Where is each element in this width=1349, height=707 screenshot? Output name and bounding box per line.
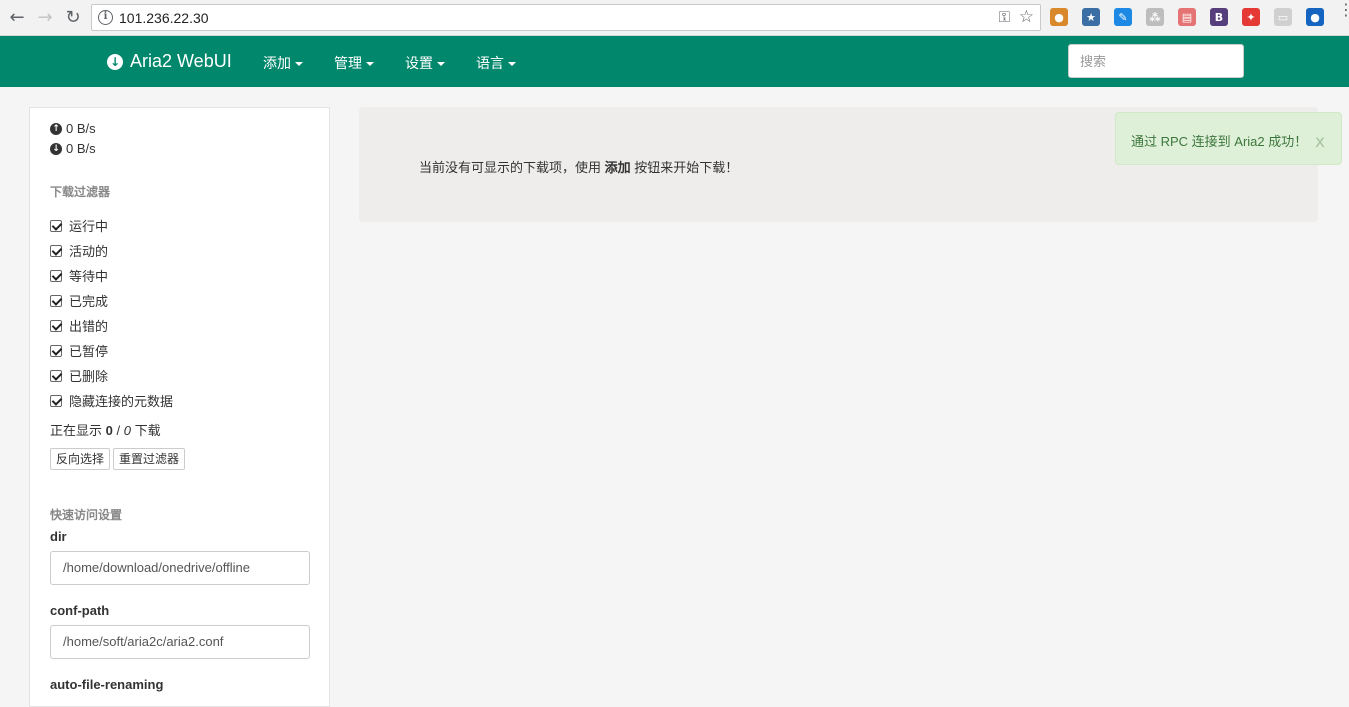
upload-speed: ↑ 0 B/s [50,121,96,136]
checkbox-checked-icon[interactable] [50,344,62,357]
download-count: 正在显示 0 / 0 下载 [50,423,161,438]
rpc-success-alert: 通过 RPC 连接到 Aria2 成功！ x [1115,112,1342,165]
caret-down-icon [437,62,445,67]
filter-section-title: 下载过滤器 [50,185,111,199]
filter-waiting[interactable]: 等待中 [50,266,108,285]
nav-menu-label: 管理 [334,55,362,71]
back-icon[interactable]: ← [6,6,28,28]
nav-menu-manage[interactable]: 管理 [334,53,374,73]
checkbox-checked-icon[interactable] [50,394,62,407]
nav-menu-label: 添加 [263,55,291,71]
flame-extension-icon[interactable]: ✦ [1242,8,1260,26]
close-icon[interactable]: x [1315,132,1325,152]
forward-icon[interactable]: → [34,6,56,28]
bookmark-star-extension-icon[interactable]: ★ [1082,8,1100,26]
upload-speed-value: 0 B/s [66,121,96,136]
caret-down-icon [508,62,516,67]
checkbox-checked-icon[interactable] [50,319,62,332]
address-bar[interactable]: i 101.236.22.30 ⚿ ☆ [91,4,1041,31]
bookmark-star-icon[interactable]: ☆ [1019,7,1034,27]
filter-label: 隐藏连接的元数据 [69,394,174,409]
checkbox-checked-icon[interactable] [50,294,62,307]
nav-menu-language[interactable]: 语言 [476,53,516,73]
filter-removed[interactable]: 已删除 [50,366,108,385]
reset-filters-button[interactable]: 重置过滤器 [113,448,186,470]
filter-paused[interactable]: 已暂停 [50,341,108,360]
download-speed: ↓ 0 B/s [50,141,96,156]
conf-path-label: conf-path [50,603,110,618]
sidebar: ↑ 0 B/s ↓ 0 B/s 下载过滤器 运行中 活动的 等待中 已完成 出错… [29,107,330,707]
download-circle-icon: ↓ [50,142,62,155]
key-icon[interactable]: ⚿ [999,8,1010,26]
filter-label: 已完成 [69,294,109,309]
invert-selection-button[interactable]: 反向选择 [50,448,111,470]
reload-icon[interactable]: ↻ [62,6,84,28]
caret-down-icon [295,62,303,67]
filter-label: 等待中 [69,269,109,284]
nav-menu-label: 设置 [405,55,433,71]
top-navbar: ↓ Aria2 WebUI 添加 管理 设置 语言 [0,36,1349,87]
tree-extension-icon[interactable]: ⁂ [1146,8,1164,26]
dir-input[interactable]: /home/download/onedrive/offline [50,551,310,585]
checkbox-checked-icon[interactable] [50,244,62,257]
filter-label: 已删除 [69,369,109,384]
filter-label: 活动的 [69,244,109,259]
conf-path-input[interactable]: /home/soft/aria2c/aria2.conf [50,625,310,659]
empty-downloads-message: 当前没有可显示的下载项，使用 添加 按钮来开始下载！ [419,160,739,175]
filter-active[interactable]: 活动的 [50,241,108,260]
caret-down-icon [366,62,374,67]
water-drop-extension-icon[interactable]: ● [1306,8,1324,26]
nav-menu-settings[interactable]: 设置 [405,53,445,73]
brand-name: Aria2 WebUI [130,51,232,71]
bootstrap-extension-icon[interactable]: B [1210,8,1228,26]
gray-extension-icon[interactable]: ▭ [1274,8,1292,26]
download-circle-icon: ↓ [107,53,123,70]
checkbox-checked-icon[interactable] [50,369,62,382]
filter-error[interactable]: 出错的 [50,316,108,335]
checkbox-checked-icon[interactable] [50,219,62,232]
count-total: 0 [123,423,131,438]
browser-menu-icon[interactable]: ⋮ [1338,2,1349,18]
blue-pen-extension-icon[interactable]: ✎ [1114,8,1132,26]
filter-label: 运行中 [69,219,109,234]
nav-menu-label: 语言 [476,55,504,71]
auto-file-renaming-label: auto-file-renaming [50,677,164,692]
search-input[interactable] [1068,44,1244,78]
quick-settings-title: 快速访问设置 [50,508,123,522]
filter-hide-linked-metadata[interactable]: 隐藏连接的元数据 [50,391,173,410]
calendar-extension-icon[interactable]: ▤ [1178,8,1196,26]
filter-label: 出错的 [69,319,109,334]
filter-label: 已暂停 [69,344,109,359]
nav-menu-add[interactable]: 添加 [263,53,303,73]
alert-message: 通过 RPC 连接到 Aria2 成功！ [1131,134,1308,149]
address-url[interactable]: 101.236.22.30 [119,10,209,26]
count-shown: 0 [105,423,113,438]
checkbox-checked-icon[interactable] [50,269,62,282]
download-speed-value: 0 B/s [66,141,96,156]
add-keyword: 添加 [604,160,631,175]
browser-toolbar: ← → ↻ i 101.236.22.30 ⚿ ☆ ● ★ ✎ ⁂ ▤ B ✦ ▭ ● ⋮ [0,0,1349,36]
upload-circle-icon: ↑ [50,122,62,135]
filter-running[interactable]: 运行中 [50,216,108,235]
cookie-extension-icon[interactable]: ● [1050,8,1068,26]
filter-complete[interactable]: 已完成 [50,291,108,310]
info-icon[interactable]: i [98,10,113,25]
dir-label: dir [50,529,67,544]
brand-link[interactable]: ↓ Aria2 WebUI [107,51,232,72]
